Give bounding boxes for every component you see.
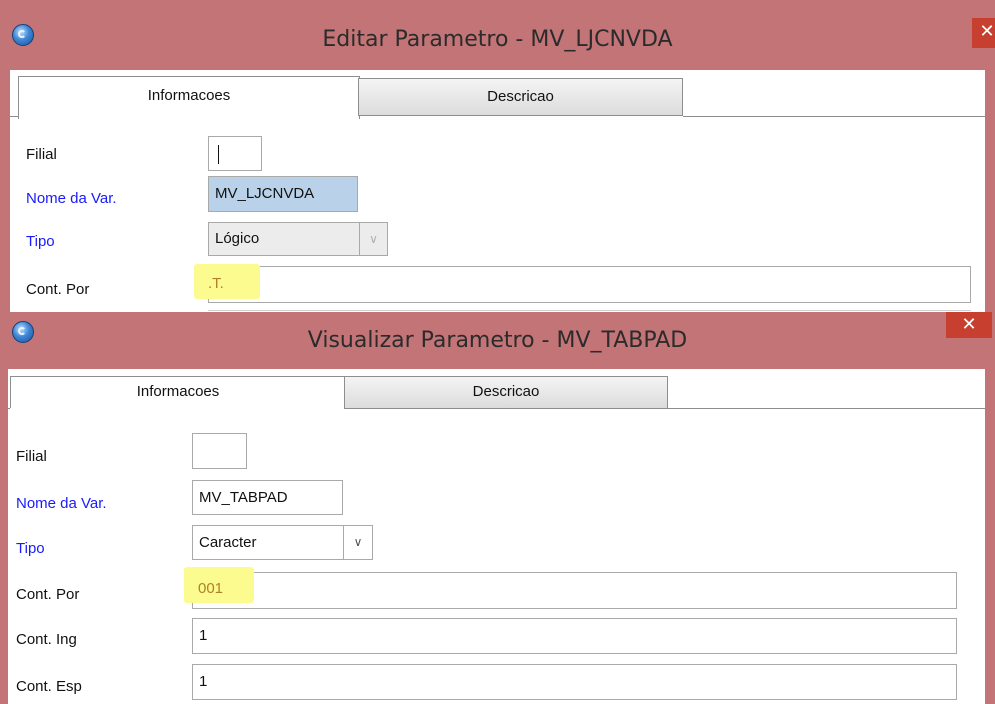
tab-strip-divider [10, 116, 18, 117]
filial-input[interactable] [192, 433, 247, 469]
nome-var-input[interactable]: MV_TABPAD [192, 480, 343, 515]
tab-informacoes[interactable]: Informacoes [18, 76, 360, 119]
cont-ing-label: Cont. Ing [16, 631, 77, 648]
tab-informacoes[interactable]: Informacoes [10, 376, 346, 408]
cont-por-input[interactable] [192, 572, 957, 609]
tab-strip-divider [683, 116, 985, 117]
window-border-left [0, 70, 10, 312]
view-parameter-window: Visualizar Parametro - MV_TABPAD ✕ Infor… [0, 312, 995, 704]
highlight-marker [194, 264, 260, 299]
window-border-left [0, 369, 8, 704]
title-bar[interactable]: Visualizar Parametro - MV_TABPAD ✕ [0, 312, 995, 369]
tab-strip: Informacoes Descricao [10, 70, 985, 119]
cont-por-value: 001 [198, 580, 224, 597]
tipo-select-value: Lógico [215, 230, 260, 247]
tipo-select-value: Caracter [199, 534, 257, 551]
title-bar[interactable]: Editar Parametro - MV_LJCNVDA ✕ [0, 0, 995, 70]
window-title: Editar Parametro - MV_LJCNVDA [322, 27, 673, 52]
cont-por-label: Cont. Por [26, 281, 90, 298]
nome-var-label: Nome da Var. [16, 495, 107, 512]
close-button[interactable]: ✕ [972, 18, 995, 48]
cont-por-input[interactable] [208, 266, 971, 303]
cont-esp-input[interactable]: 1 [192, 664, 957, 700]
tipo-select[interactable]: Lógico ∨ [208, 222, 388, 256]
window-border-right [985, 369, 995, 704]
tipo-select[interactable]: Caracter ∨ [192, 525, 373, 560]
cont-por-value: .T. [208, 275, 224, 292]
form-panel: Filial Nome da Var. MV_LJCNVDA Tipo Lógi… [10, 119, 985, 312]
tab-descricao[interactable]: Descricao [358, 78, 683, 116]
tipo-label: Tipo [16, 540, 45, 557]
close-button[interactable]: ✕ [946, 312, 992, 338]
window-border-right [985, 70, 995, 312]
cont-ing-input[interactable]: 1 [192, 618, 957, 654]
window-client-area: Informacoes Descricao Filial Nome da Var… [8, 369, 985, 704]
filial-label: Filial [16, 448, 47, 465]
form-panel: Filial Nome da Var. MV_TABPAD Tipo Carac… [8, 409, 985, 704]
nome-var-label: Nome da Var. [26, 190, 117, 207]
filial-input[interactable] [208, 136, 262, 171]
next-field-edge [208, 310, 971, 311]
filial-label: Filial [26, 146, 57, 163]
tipo-label: Tipo [26, 233, 55, 250]
cont-esp-label: Cont. Esp [16, 678, 82, 695]
chevron-down-icon[interactable]: ∨ [359, 223, 387, 255]
text-caret [218, 145, 219, 164]
tab-descricao[interactable]: Descricao [344, 376, 668, 409]
chevron-down-icon[interactable]: ∨ [343, 526, 372, 559]
window-title: Visualizar Parametro - MV_TABPAD [307, 328, 688, 353]
cont-por-label: Cont. Por [16, 586, 80, 603]
nome-var-input[interactable]: MV_LJCNVDA [208, 176, 358, 212]
edit-parameter-window: Editar Parametro - MV_LJCNVDA ✕ Informac… [0, 0, 995, 312]
window-client-area: Informacoes Descricao Filial Nome da Var… [10, 70, 985, 312]
